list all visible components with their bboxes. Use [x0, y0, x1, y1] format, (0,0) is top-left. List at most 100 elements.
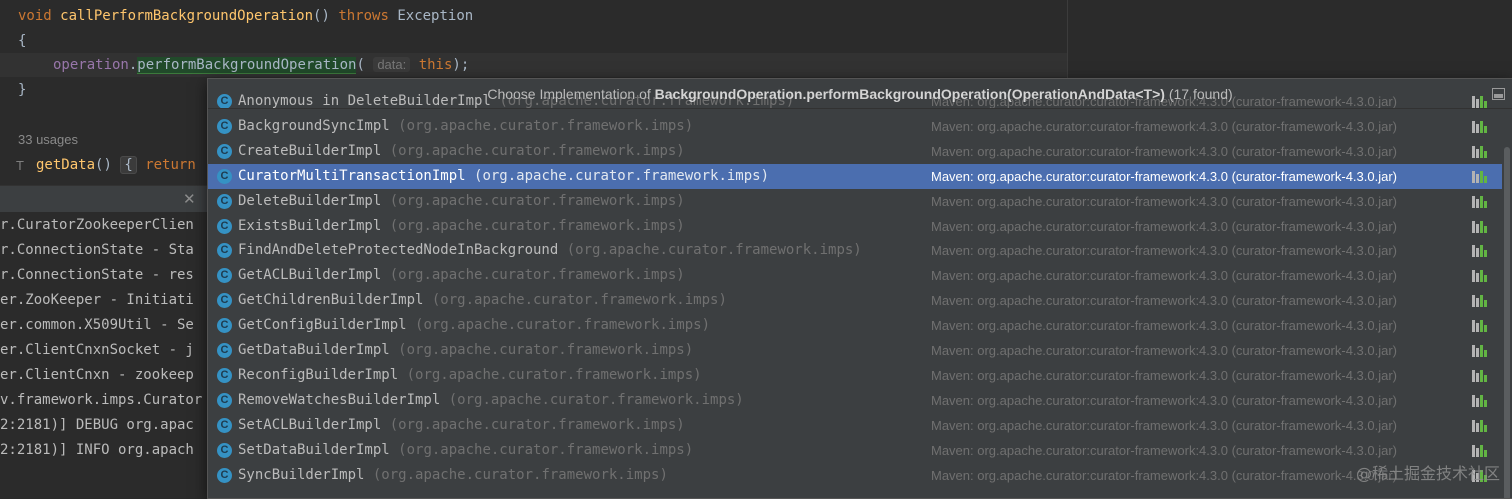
library-location: Maven: org.apache.curator:curator-framew… — [931, 367, 1398, 383]
library-location: Maven: org.apache.curator:curator-framew… — [931, 268, 1398, 284]
implementation-row[interactable]: C SyncBuilderImpl (org.apache.curator.fra… — [208, 463, 1503, 488]
class-name: SetDataBuilderImpl — [238, 441, 390, 458]
implementation-row[interactable]: C CuratorMultiTransactionImpl (org.apache… — [208, 163, 1503, 189]
package-name: (org.apache.curator.framework.imps) — [474, 167, 770, 184]
method-call-performbackgroundoperation[interactable]: performBackgroundOperation — [137, 57, 357, 74]
implementation-row[interactable]: C RemoveWatchesBuilderImpl (org.apache.cu… — [208, 388, 1503, 413]
implementation-marker-icon[interactable]: T — [16, 154, 24, 178]
implementation-row[interactable]: C GetDataBuilderImpl (org.apache.curator.… — [208, 338, 1503, 363]
console-line: 2:2181)] INFO org.apach — [0, 442, 194, 458]
implementation-row[interactable]: C ExistsBuilderImpl (org.apache.curator.f… — [208, 214, 1503, 239]
library-icon — [1472, 170, 1488, 183]
class-name: ExistsBuilderImpl — [238, 217, 382, 234]
implementation-name: SyncBuilderImpl (org.apache.curator.fram… — [238, 463, 668, 488]
popup-title: Choose Implementation of BackgroundOpera… — [208, 79, 1512, 109]
class-icon: C — [217, 367, 232, 383]
library-icon — [1472, 369, 1488, 382]
package-name: (org.apache.curator.framework.imps) — [389, 416, 685, 433]
implementation-name: GetChildrenBuilderImpl (org.apache.curat… — [238, 288, 727, 313]
console-line: 2:2181)] DEBUG org.apac — [0, 417, 194, 433]
class-icon: C — [217, 467, 232, 483]
class-icon: C — [217, 318, 232, 334]
class-icon: C — [217, 268, 232, 284]
library-location: Maven: org.apache.curator:curator-framew… — [931, 467, 1398, 483]
class-name: ReconfigBuilderImpl — [238, 366, 399, 383]
method-getdata[interactable]: getData — [36, 157, 95, 173]
code-line-1[interactable]: void callPerformBackgroundOperation() th… — [18, 5, 473, 27]
code-line-2: { — [18, 33, 27, 49]
class-name: BackgroundSyncImpl — [238, 117, 390, 134]
implementation-row[interactable]: C BackgroundSyncImpl (org.apache.curator.… — [208, 114, 1503, 139]
code-line-getdata[interactable]: T getData() { return — [0, 154, 220, 180]
open-paren: ( — [356, 57, 365, 73]
class-icon: C — [217, 293, 232, 309]
class-name: GetACLBuilderImpl — [238, 267, 382, 284]
keyword-this: this — [418, 57, 453, 73]
console-line: r.ConnectionState - res — [0, 267, 194, 283]
choose-implementation-popup[interactable]: C Anonymous in DeleteBuilderImpl (org.apa… — [207, 78, 1512, 499]
library-icon — [1472, 394, 1488, 407]
implementation-name: FindAndDeleteProtectedNodeInBackground (… — [238, 238, 862, 263]
code-line-3[interactable]: operation.performBackgroundOperation( da… — [53, 54, 469, 76]
class-name: SetACLBuilderImpl — [238, 416, 382, 433]
implementation-row[interactable]: C FindAndDeleteProtectedNodeInBackground … — [208, 238, 1503, 263]
library-location: Maven: org.apache.curator:curator-framew… — [931, 243, 1398, 259]
class-name: SyncBuilderImpl — [238, 466, 365, 483]
library-icon — [1472, 419, 1488, 432]
library-location: Maven: org.apache.curator:curator-framew… — [931, 168, 1398, 184]
implementation-row[interactable]: C CreateBuilderImpl (org.apache.curator.f… — [208, 139, 1503, 164]
library-location: Maven: org.apache.curator:curator-framew… — [931, 218, 1398, 234]
implementation-row[interactable]: C SetACLBuilderImpl (org.apache.curator.f… — [208, 413, 1503, 438]
parens: () — [95, 157, 112, 173]
popup-scrollbar[interactable] — [1502, 109, 1512, 498]
library-location: Maven: org.apache.curator:curator-framew… — [931, 118, 1398, 134]
implementation-list[interactable]: C Anonymous in DeleteBuilderImpl (org.apa… — [208, 93, 1503, 498]
class-name: RemoveWatchesBuilderImpl — [238, 391, 441, 408]
library-icon — [1472, 295, 1488, 308]
library-location: Maven: org.apache.curator:curator-framew… — [931, 318, 1398, 334]
package-name: (org.apache.curator.framework.imps) — [398, 342, 694, 358]
implementation-row[interactable]: C DeleteBuilderImpl (org.apache.curator.f… — [208, 189, 1503, 214]
class-name: CuratorMultiTransactionImpl — [238, 167, 466, 184]
usages-hint[interactable]: 33 usages — [18, 132, 78, 147]
class-name: GetChildrenBuilderImpl — [238, 292, 424, 309]
package-name: (org.apache.curator.framework.imps) — [372, 466, 668, 483]
close-icon[interactable]: ✕ — [183, 190, 196, 208]
implementation-name: ExistsBuilderImpl (org.apache.curator.fr… — [238, 214, 685, 239]
library-icon — [1472, 270, 1488, 283]
library-location: Maven: org.apache.curator:curator-framew… — [931, 293, 1398, 309]
library-icon — [1472, 220, 1488, 233]
implementation-name: SetDataBuilderImpl (org.apache.curator.f… — [238, 438, 693, 463]
scroll-thumb[interactable] — [1504, 147, 1510, 498]
parameter-hint: data: — [373, 57, 411, 72]
folded-region[interactable]: { — [120, 156, 137, 174]
console-line: er.ClientCnxn - zookeep — [0, 367, 194, 383]
console-output[interactable]: r.CuratorZookeeperClien r.ConnectionState… — [0, 213, 210, 499]
library-location: Maven: org.apache.curator:curator-framew… — [931, 442, 1398, 458]
implementation-row[interactable]: C GetChildrenBuilderImpl (org.apache.cura… — [208, 288, 1503, 313]
implementation-name: DeleteBuilderImpl (org.apache.curator.fr… — [238, 189, 685, 214]
implementation-name: ReconfigBuilderImpl (org.apache.curator.… — [238, 363, 702, 388]
getdata-code[interactable]: getData() { return — [36, 154, 196, 176]
library-icon — [1472, 345, 1488, 357]
library-icon — [1472, 320, 1488, 333]
keyword-return: return — [145, 157, 196, 173]
class-name: FindAndDeleteProtectedNodeInBackground — [238, 242, 559, 259]
implementation-row[interactable]: C SetDataBuilderImpl (org.apache.curator.… — [208, 438, 1503, 463]
method-declaration[interactable]: callPerformBackgroundOperation — [60, 8, 313, 24]
library-location: Maven: org.apache.curator:curator-framew… — [931, 392, 1398, 408]
exception-type[interactable]: Exception — [397, 8, 473, 24]
implementation-row[interactable]: C GetACLBuilderImpl (org.apache.curator.f… — [208, 263, 1503, 288]
parens: () — [313, 8, 330, 24]
library-location: Maven: org.apache.curator:curator-framew… — [931, 343, 1398, 358]
keyword-throws: throws — [338, 8, 389, 24]
implementation-row[interactable]: C GetConfigBuilderImpl (org.apache.curato… — [208, 313, 1503, 338]
package-name: (org.apache.curator.framework.imps) — [389, 192, 685, 209]
package-name: (org.apache.curator.framework.imps) — [431, 292, 727, 309]
package-name: (org.apache.curator.framework.imps) — [389, 267, 685, 284]
implementation-row[interactable]: C ReconfigBuilderImpl (org.apache.curator… — [208, 363, 1503, 388]
class-icon: C — [217, 442, 232, 458]
pin-icon[interactable] — [1492, 88, 1505, 100]
field-operation[interactable]: operation — [53, 57, 129, 73]
library-icon — [1472, 120, 1488, 133]
